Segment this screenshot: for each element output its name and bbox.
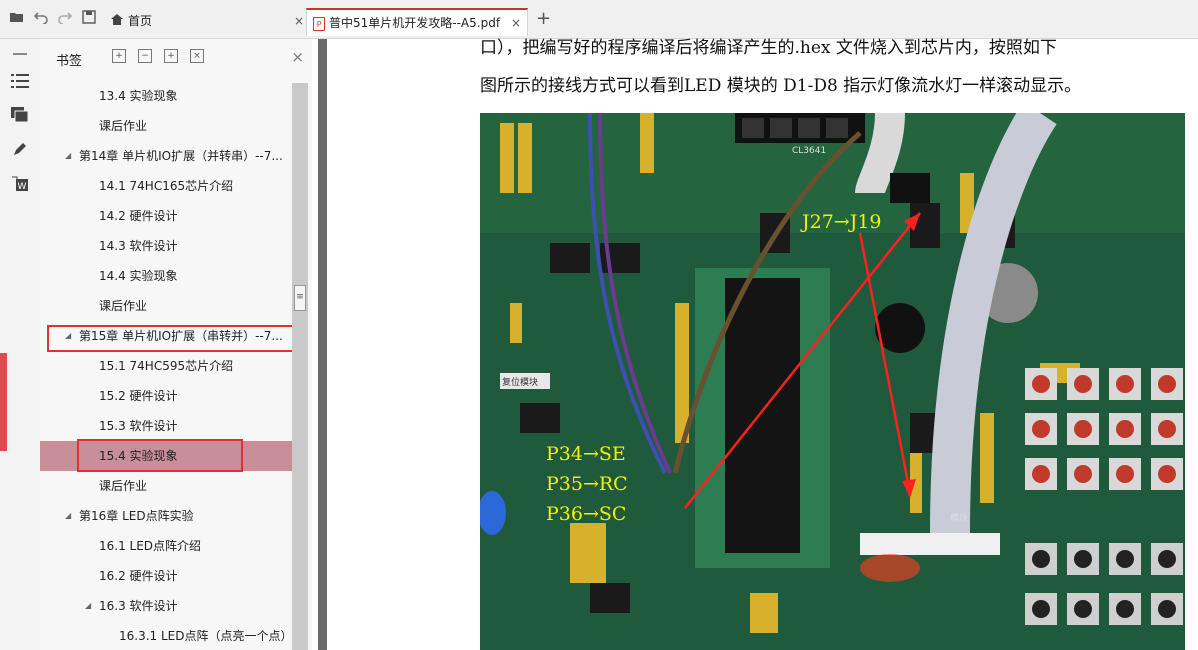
bookmark-item[interactable]: 16.1 LED点阵介绍 — [40, 531, 292, 561]
bookmark-item-label: 13.4 实验现象 — [99, 89, 178, 103]
folder-open-icon[interactable] — [8, 10, 26, 28]
panel-splitter[interactable] — [318, 39, 327, 650]
bookmark-item-label: 第14章 单片机IO扩展（并转串）--7... — [79, 149, 283, 163]
home-icon — [110, 9, 124, 35]
annotation-j27-j19: J27→J19 — [800, 211, 882, 233]
highlight-box-15-4 — [77, 439, 243, 472]
bookmark-item-label: 课后作业 — [99, 119, 148, 133]
bookmark-item[interactable]: 课后作业 — [40, 291, 292, 321]
bookmark-item-label: 16.1 LED点阵介绍 — [99, 539, 202, 553]
save-icon[interactable] — [80, 10, 98, 28]
bookmark-item-label: 16.3.1 LED点阵（点亮一个点） — [119, 629, 292, 643]
bookmark-item-label: 15.3 软件设计 — [99, 419, 178, 433]
expand-arrow-icon[interactable]: ◢ — [85, 591, 91, 621]
bookmark-item[interactable]: 14.3 软件设计 — [40, 231, 292, 261]
bookmark-item[interactable]: 15.3 软件设计 — [40, 411, 292, 441]
bookmark-panel-header: 书签 + − + × × — [40, 39, 312, 75]
minus-icon[interactable] — [10, 41, 30, 61]
delete-bookmark-icon[interactable]: × — [190, 49, 204, 63]
bookmark-item[interactable]: 15.2 硬件设计 — [40, 381, 292, 411]
bookmark-item-label: 课后作业 — [99, 479, 148, 493]
expand-arrow-icon[interactable]: ◢ — [65, 141, 71, 171]
bookmark-item[interactable]: 14.1 74HC165芯片介绍 — [40, 171, 292, 201]
bookmark-chapter-item[interactable]: ◢ 第14章 单片机IO扩展（并转串）--7... — [40, 141, 292, 171]
bookmark-scrollbar[interactable]: ≡ — [292, 83, 308, 650]
tab-pdf-label: 普中51单片机开发攻略--A5.pdf — [329, 16, 501, 30]
bookmark-item[interactable]: 课后作业 — [40, 111, 292, 141]
add-bookmark-icon[interactable]: + — [164, 49, 178, 63]
photo-label-chip: CL3641 — [792, 146, 826, 156]
pdf-icon: P — [313, 16, 325, 31]
bookmark-tree: 13.4 实验现象 课后作业 ◢ 第14章 单片机IO扩展（并转串）--7... 14.… — [40, 75, 292, 650]
side-rail: W — [0, 39, 41, 650]
annotation-p34-se: P34→SE — [546, 443, 626, 465]
bookmark-item[interactable]: 课后作业 — [40, 471, 292, 501]
bookmark-item[interactable]: 16.2 硬件设计 — [40, 561, 292, 591]
tab-pdf-document[interactable]: P 普中51单片机开发攻略--A5.pdf × — [306, 8, 528, 36]
annotation-p36-sc: P36→SC — [546, 503, 626, 525]
tab-home-close-icon[interactable]: × — [294, 8, 304, 34]
development-board-photo: CL3641 J27→J19 P34→SE P35→RC P36→SC 复位模块… — [480, 113, 1185, 650]
document-text-line-2: 图所示的接线方式可以看到LED 模块的 D1-D8 指示灯像流水灯一样滚动显示。 — [480, 76, 1082, 96]
bookmark-item[interactable]: 13.4 实验现象 — [40, 81, 292, 111]
tab-home[interactable]: 首页 × — [110, 8, 310, 36]
bookmark-item[interactable]: 15.1 74HC595芯片介绍 — [40, 351, 292, 381]
undo-icon[interactable] — [32, 10, 50, 28]
annotation-pen-icon[interactable] — [10, 141, 30, 161]
redo-icon[interactable] — [56, 10, 74, 28]
bookmark-item[interactable]: 14.2 硬件设计 — [40, 201, 292, 231]
bookmark-item-label: 16.2 硬件设计 — [99, 569, 178, 583]
bookmark-item-label: 14.1 74HC165芯片介绍 — [99, 179, 234, 193]
bookmark-item-label: 15.1 74HC595芯片介绍 — [99, 359, 234, 373]
bookmark-item-label: 15.2 硬件设计 — [99, 389, 178, 403]
bookmark-item-label: 第16章 LED点阵实验 — [79, 509, 194, 523]
bookmark-item[interactable]: 16.3.1 LED点阵（点亮一个点） — [40, 621, 292, 650]
expand-bookmark-icon[interactable]: + — [112, 49, 126, 63]
bookmark-item-label: 14.3 软件设计 — [99, 239, 178, 253]
bookmark-item-label: 14.2 硬件设计 — [99, 209, 178, 223]
bookmark-item[interactable]: ◢ 16.3 软件设计 — [40, 591, 292, 621]
annotation-p35-rc: P35→RC — [546, 473, 628, 495]
bookmark-chapter-item[interactable]: ◢ 第16章 LED点阵实验 — [40, 501, 292, 531]
svg-text:W: W — [18, 182, 27, 192]
collapse-bookmark-icon[interactable]: − — [138, 49, 152, 63]
expand-arrow-icon[interactable]: ◢ — [65, 501, 71, 531]
tab-home-label: 首页 — [128, 14, 153, 28]
bookmark-item[interactable]: 14.4 实验现象 — [40, 261, 292, 291]
document-text-line-1: 口），把编写好的程序编译后将编译产生的.hex 文件烧入到芯片内，按照如下 — [480, 38, 1057, 58]
photo-label-reset: 复位模块 — [502, 376, 538, 388]
bookmark-item-label: 课后作业 — [99, 299, 148, 313]
convert-to-word-icon[interactable]: W — [10, 175, 30, 195]
bookmark-item-label: 16.3 软件设计 — [99, 599, 178, 613]
new-tab-button[interactable]: + — [536, 10, 551, 28]
bookmark-panel-title: 书签 — [56, 54, 83, 69]
scrollbar-thumb[interactable]: ≡ — [294, 285, 306, 311]
bookmark-panel: 书签 + − + × × 13.4 实验现象 课后作业 ◢ 第14章 单片机IO扩展（… — [40, 39, 312, 650]
bookmark-list-icon[interactable] — [10, 73, 30, 93]
document-view: 口），把编写好的程序编译后将编译产生的.hex 文件烧入到芯片内，按照如下 图所… — [327, 38, 1198, 650]
thumbnails-icon[interactable] — [10, 107, 30, 127]
bookmark-item-label: 14.4 实验现象 — [99, 269, 178, 283]
panel-close-icon[interactable]: × — [291, 48, 304, 66]
photo-label-led-module: 模块 — [950, 512, 968, 524]
panel-collapse-handle[interactable] — [0, 353, 7, 451]
highlight-box-chapter15 — [47, 325, 302, 352]
